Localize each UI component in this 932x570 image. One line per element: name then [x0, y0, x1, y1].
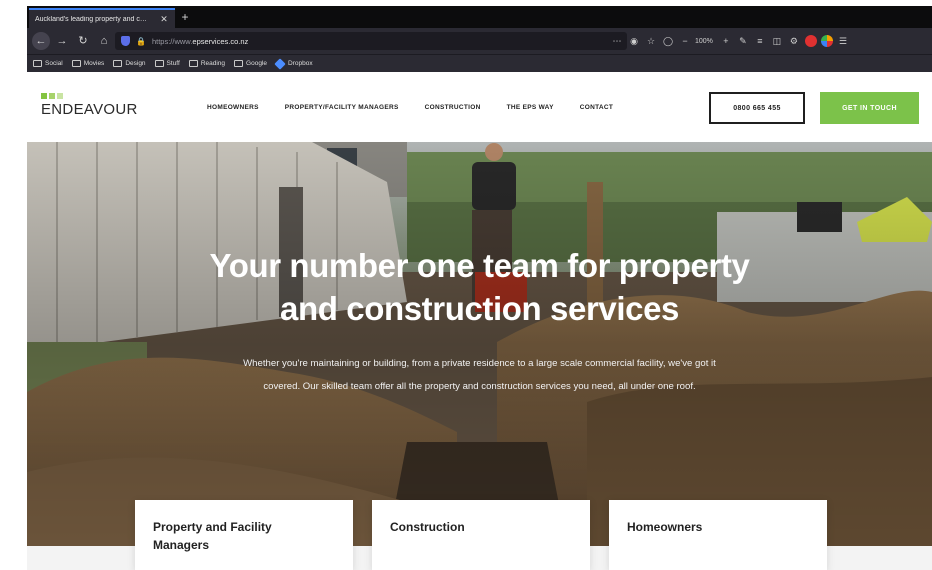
hero-title-line: Your number one team for property: [209, 247, 750, 284]
card-title: Property and Facility Managers: [153, 518, 335, 554]
hero-background-photo: [27, 142, 932, 546]
browser-window: Auckland's leading property and c… ✕ + ←…: [27, 6, 932, 72]
card-title: Construction: [390, 520, 465, 534]
screenshot-icon[interactable]: ◯: [661, 34, 675, 48]
tracking-shield-icon[interactable]: [121, 36, 130, 46]
bookmark-label: Design: [125, 60, 146, 67]
bookmark-label: Dropbox: [288, 60, 313, 67]
folder-icon: [71, 60, 81, 67]
extension-icon[interactable]: ⚙: [787, 34, 801, 48]
zoom-in-icon[interactable]: +: [719, 34, 733, 48]
tab-title: Auckland's leading property and c…: [35, 15, 147, 23]
bookmark-label: Social: [45, 60, 63, 67]
nav-property-managers[interactable]: PROPERTY/FACILITY MANAGERS: [285, 104, 399, 111]
nav-homeowners[interactable]: HOMEOWNERS: [207, 104, 259, 111]
profile-icon[interactable]: [820, 35, 833, 47]
service-card-property-managers[interactable]: Property and Facility Managers: [135, 500, 353, 570]
bookmark-label: Movies: [83, 60, 105, 67]
nav-the-eps-way[interactable]: THE EPS WAY: [507, 104, 554, 111]
bookmark-folder[interactable]: Design: [113, 60, 146, 67]
folder-icon: [234, 60, 244, 67]
bookmark-label: Google: [246, 60, 267, 67]
library-icon[interactable]: ≡: [753, 34, 767, 48]
service-card-construction[interactable]: Construction: [372, 500, 590, 570]
address-bar[interactable]: 🔒 https://www.epservices.co.nz: [115, 32, 627, 50]
back-icon[interactable]: ←: [32, 32, 50, 50]
lock-icon[interactable]: 🔒: [136, 37, 146, 46]
hero-title-line: and construction services: [280, 290, 679, 327]
zoom-out-icon[interactable]: −: [678, 34, 692, 48]
hero-subtitle-line: covered. Our skilled team offer all the …: [263, 381, 696, 392]
hero-section: Your number one team for property and co…: [27, 142, 932, 546]
page-actions-icon[interactable]: ⋯: [610, 34, 624, 48]
nav-contact[interactable]: CONTACT: [580, 104, 613, 111]
bookmark-dropbox[interactable]: Dropbox: [274, 57, 313, 70]
home-icon[interactable]: ⌂: [95, 32, 113, 50]
bookmark-label: Stuff: [166, 60, 180, 67]
sidebar-icon[interactable]: ◫: [770, 34, 784, 48]
site-header: ENDEAVOUR HOMEOWNERS PROPERTY/FACILITY M…: [27, 72, 932, 142]
tab-bar: Auckland's leading property and c… ✕ +: [27, 6, 932, 28]
zoom-level[interactable]: 100%: [695, 38, 713, 45]
browser-tab[interactable]: Auckland's leading property and c… ✕: [29, 8, 175, 28]
pen-icon[interactable]: ✎: [736, 34, 750, 48]
reload-icon[interactable]: ↻: [74, 32, 92, 50]
pocket-icon[interactable]: ◉: [627, 34, 641, 48]
folder-icon: [113, 60, 123, 67]
card-title-line: Property and Facility: [153, 520, 272, 534]
folder-icon: [188, 60, 198, 67]
bookmark-folder[interactable]: Reading: [188, 60, 226, 67]
hero-title: Your number one team for property and co…: [27, 244, 932, 330]
main-nav: HOMEOWNERS PROPERTY/FACILITY MANAGERS CO…: [207, 72, 639, 142]
url-text: https://www.epservices.co.nz: [152, 37, 248, 46]
bookmark-folder[interactable]: Stuff: [154, 60, 180, 67]
new-tab-button[interactable]: +: [177, 9, 193, 25]
bookmark-folder[interactable]: Movies: [71, 60, 105, 67]
logo-mark-icon: [41, 93, 138, 99]
hero-subtitle-line: Whether you're maintaining or building, …: [243, 358, 716, 369]
toolbar-right: ⋯ ◉ ☆ ◯ − 100% + ✎ ≡ ◫ ⚙ ☰: [607, 32, 850, 50]
menu-icon[interactable]: ☰: [836, 34, 850, 48]
logo[interactable]: ENDEAVOUR: [41, 93, 138, 118]
url-prefix: https://www.: [151, 36, 193, 46]
bookmark-folder[interactable]: Social: [33, 60, 63, 67]
folder-icon: [33, 60, 42, 67]
bookmark-label: Reading: [200, 60, 226, 67]
navigation-toolbar: ← → ↻ ⌂ 🔒 https://www.epservices.co.nz ⋯…: [27, 28, 932, 54]
logo-text: ENDEAVOUR: [41, 101, 138, 118]
hero-subtitle: Whether you're maintaining or building, …: [147, 352, 812, 398]
bookmarks-bar: Social Movies Design Stuff Reading Googl…: [27, 54, 932, 72]
card-title: Homeowners: [627, 520, 703, 534]
bookmark-star-icon[interactable]: ☆: [644, 34, 658, 48]
service-card-homeowners[interactable]: Homeowners: [609, 500, 827, 570]
forward-icon[interactable]: →: [53, 32, 71, 50]
bookmark-folder[interactable]: Google: [234, 60, 267, 67]
folder-icon: [154, 60, 164, 67]
url-domain: epservices.co.nz: [192, 36, 249, 46]
card-title-line: Managers: [153, 538, 210, 552]
nav-construction[interactable]: CONSTRUCTION: [425, 104, 481, 111]
get-in-touch-button[interactable]: GET IN TOUCH: [820, 92, 919, 124]
dropbox-icon: [274, 57, 286, 70]
close-tab-icon[interactable]: ✕: [159, 14, 169, 25]
adblock-icon[interactable]: [804, 35, 817, 47]
phone-button[interactable]: 0800 665 455: [709, 92, 805, 124]
